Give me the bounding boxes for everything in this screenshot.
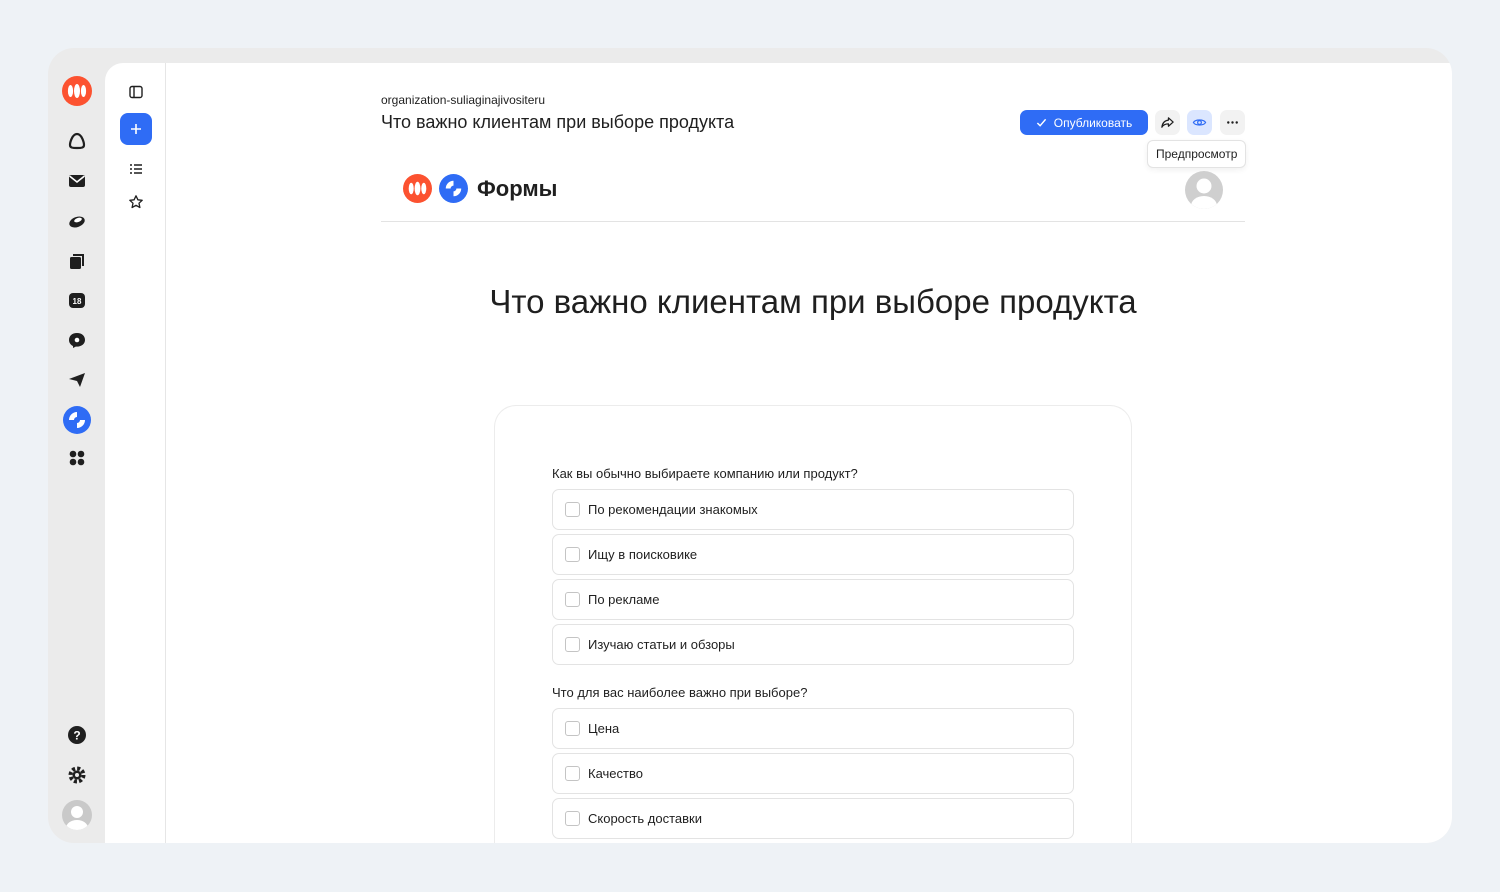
checkbox[interactable] <box>565 592 580 607</box>
svg-text:?: ? <box>73 729 80 743</box>
publish-label: Опубликовать <box>1053 115 1133 130</box>
option-price[interactable]: Цена <box>552 708 1074 749</box>
preview-button[interactable] <box>1187 110 1212 135</box>
option-label: Ищу в поисковике <box>588 547 698 562</box>
mail-icon[interactable] <box>65 169 89 193</box>
svg-text:18: 18 <box>73 297 82 306</box>
share-button[interactable] <box>1155 110 1180 135</box>
option-delivery-speed[interactable]: Скорость доставки <box>552 798 1074 839</box>
option-label: Качество <box>588 766 643 781</box>
option-label: По рекламе <box>588 592 660 607</box>
calendar-icon[interactable]: 18 <box>65 288 89 312</box>
form-card: Как вы обычно выбираете компанию или про… <box>494 405 1132 843</box>
more-options-button[interactable] <box>1220 110 1245 135</box>
option-label: Изучаю статьи и обзоры <box>588 637 735 652</box>
checkbox[interactable] <box>565 811 580 826</box>
ellipsis-icon <box>1227 121 1238 124</box>
form-title: Что важно клиентам при выборе продукта <box>489 283 1137 320</box>
page-title: Что важно клиентам при выборе продукта <box>381 112 735 132</box>
forms-app-icon[interactable] <box>61 404 93 436</box>
question-label: Что для вас наиболее важно при выборе? <box>552 685 808 700</box>
brand-label: Формы <box>477 175 558 201</box>
alice-icon[interactable] <box>65 129 89 153</box>
publish-button[interactable]: Опубликовать <box>1020 110 1148 135</box>
messenger-icon[interactable] <box>65 328 89 352</box>
yandex-360-logo-icon[interactable] <box>62 76 92 106</box>
question-label: Как вы обычно выбираете компанию или про… <box>552 466 858 481</box>
favorites-star-icon[interactable] <box>121 187 151 217</box>
toggle-sidebar-icon[interactable] <box>121 77 151 107</box>
checkbox[interactable] <box>565 502 580 517</box>
main-panel: organization-suliaginajivositeru Что важ… <box>105 63 1452 843</box>
help-icon[interactable]: ? <box>65 723 89 747</box>
telemost-icon[interactable] <box>65 368 89 392</box>
app-window: 18 ? organization-suliaginajivositeru Чт… <box>48 48 1452 843</box>
option-label: Скорость доставки <box>588 811 702 826</box>
checkbox[interactable] <box>565 547 580 562</box>
option-advertising[interactable]: По рекламе <box>552 579 1074 620</box>
forms-logo-icon <box>439 174 468 203</box>
option-recommendations[interactable]: По рекомендации знакомых <box>552 489 1074 530</box>
share-arrow-icon <box>1161 117 1174 128</box>
option-articles-reviews[interactable]: Изучаю статьи и обзоры <box>552 624 1074 665</box>
respondent-avatar[interactable] <box>1185 171 1223 209</box>
secondary-nav <box>105 63 166 843</box>
disk-icon[interactable] <box>65 209 89 233</box>
option-search-engine[interactable]: Ищу в поисковике <box>552 534 1074 575</box>
option-quality[interactable]: Качество <box>552 753 1074 794</box>
app-rail: 18 ? <box>48 48 105 843</box>
forms-brand: Формы <box>403 174 557 203</box>
checkmark-icon <box>1036 118 1046 127</box>
user-avatar[interactable] <box>62 800 92 830</box>
settings-gear-icon[interactable] <box>65 763 89 787</box>
organization-name: organization-suliaginajivositeru <box>381 93 546 107</box>
checkbox[interactable] <box>565 766 580 781</box>
eye-icon <box>1192 119 1207 126</box>
documents-icon[interactable] <box>65 249 89 273</box>
all-services-icon[interactable] <box>65 446 89 470</box>
checkbox[interactable] <box>565 721 580 736</box>
yandex-360-logo-icon <box>403 174 432 203</box>
create-button[interactable] <box>120 113 152 145</box>
checkbox[interactable] <box>565 637 580 652</box>
form-preview-header: Формы <box>381 161 1245 222</box>
option-label: По рекомендации знакомых <box>588 502 758 517</box>
option-label: Цена <box>588 721 620 736</box>
forms-list-icon[interactable] <box>121 154 151 184</box>
